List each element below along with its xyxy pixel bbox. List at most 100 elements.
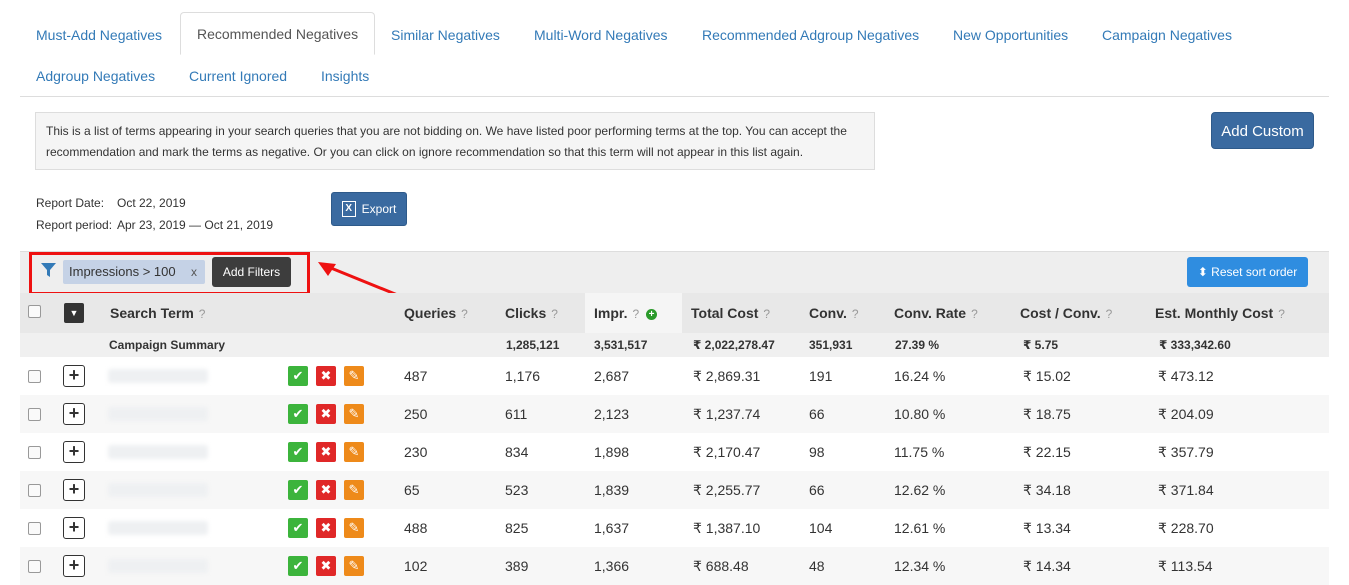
col-conv-rate[interactable]: Conv. Rate? <box>894 293 978 333</box>
cell-impr: 2,123 <box>594 406 630 422</box>
cell-est-monthly-cost: ₹ 473.12 <box>1158 368 1214 384</box>
expand-icon[interactable]: + <box>63 365 85 387</box>
summary-cost-conv: ₹ 5.75 <box>1023 338 1059 352</box>
cell-conv: 48 <box>809 558 825 574</box>
col-impr[interactable]: Impr.? + <box>594 293 658 334</box>
accept-icon[interactable]: ✔ <box>288 404 308 424</box>
cell-clicks: 834 <box>505 444 529 460</box>
expand-icon[interactable]: + <box>63 403 85 425</box>
col-clicks[interactable]: Clicks? <box>505 293 558 333</box>
table-row: + ✔ ✖ ✎ 250 611 2,123 ₹ 1,237.74 66 10.8… <box>20 395 1329 433</box>
edit-icon[interactable]: ✎ <box>344 480 364 500</box>
summary-label: Campaign Summary <box>109 338 226 352</box>
accept-icon[interactable]: ✔ <box>288 480 308 500</box>
tab-similar-negatives[interactable]: Similar Negatives <box>375 14 516 54</box>
ignore-icon[interactable]: ✖ <box>316 480 336 500</box>
col-cost-conv[interactable]: Cost / Conv.? <box>1020 293 1112 333</box>
ignore-icon[interactable]: ✖ <box>316 556 336 576</box>
info-box: This is a list of terms appearing in you… <box>35 112 875 170</box>
cell-conv-rate: 10.80 % <box>894 406 946 422</box>
summary-clicks: 1,285,121 <box>506 338 560 352</box>
row-checkbox[interactable] <box>28 408 41 421</box>
col-total-cost[interactable]: Total Cost? <box>691 293 770 333</box>
help-icon[interactable]: ? <box>199 294 206 334</box>
cell-cost-conv: ₹ 18.75 <box>1023 406 1071 422</box>
summary-impr: 3,531,517 <box>594 338 648 352</box>
cell-total-cost: ₹ 2,869.31 <box>693 368 761 384</box>
tab-new-opportunities[interactable]: New Opportunities <box>937 14 1084 54</box>
help-icon[interactable]: ? <box>551 294 558 334</box>
help-icon[interactable]: ? <box>1106 294 1113 334</box>
edit-icon[interactable]: ✎ <box>344 556 364 576</box>
help-icon[interactable]: ? <box>461 294 468 334</box>
accept-icon[interactable]: ✔ <box>288 518 308 538</box>
accept-icon[interactable]: ✔ <box>288 556 308 576</box>
expand-icon[interactable]: + <box>63 517 85 539</box>
cell-conv: 98 <box>809 444 825 460</box>
row-checkbox[interactable] <box>28 484 41 497</box>
row-checkbox[interactable] <box>28 522 41 535</box>
help-icon[interactable]: ? <box>632 294 639 334</box>
ignore-icon[interactable]: ✖ <box>316 518 336 538</box>
bulk-actions-dropdown-icon[interactable]: ▼ <box>64 303 84 323</box>
cell-est-monthly-cost: ₹ 113.54 <box>1158 558 1213 574</box>
tab-adgroup-negatives[interactable]: Adgroup Negatives <box>20 55 171 95</box>
export-label: Export <box>361 202 397 216</box>
cell-clicks: 389 <box>505 558 529 574</box>
col-search-term[interactable]: Search Term? <box>110 293 205 333</box>
table-row: + ✔ ✖ ✎ 487 1,176 2,687 ₹ 2,869.31 191 1… <box>20 357 1329 395</box>
accept-icon[interactable]: ✔ <box>288 442 308 462</box>
tab-insights[interactable]: Insights <box>305 55 385 95</box>
help-icon[interactable]: ? <box>852 294 859 334</box>
help-icon[interactable]: ? <box>1278 294 1285 334</box>
reset-sort-label: Reset sort order <box>1211 265 1298 279</box>
summary-conv: 351,931 <box>809 338 853 352</box>
col-est-monthly-cost[interactable]: Est. Monthly Cost? <box>1155 293 1285 333</box>
help-icon[interactable]: ? <box>763 294 770 334</box>
cell-conv: 66 <box>809 406 825 422</box>
edit-icon[interactable]: ✎ <box>344 442 364 462</box>
ignore-icon[interactable]: ✖ <box>316 366 336 386</box>
expand-icon[interactable]: + <box>63 479 85 501</box>
cell-total-cost: ₹ 688.48 <box>693 558 749 574</box>
accept-icon[interactable]: ✔ <box>288 366 308 386</box>
row-checkbox[interactable] <box>28 370 41 383</box>
ignore-icon[interactable]: ✖ <box>316 404 336 424</box>
tab-campaign-negatives[interactable]: Campaign Negatives <box>1086 14 1248 54</box>
ignore-icon[interactable]: ✖ <box>316 442 336 462</box>
summary-total-cost: ₹ 2,022,278.47 <box>693 338 775 352</box>
row-checkbox[interactable] <box>28 560 41 573</box>
tab-current-ignored[interactable]: Current Ignored <box>173 55 303 95</box>
help-icon[interactable]: ? <box>971 294 978 334</box>
cell-conv: 191 <box>809 368 833 384</box>
cell-impr: 1,898 <box>594 444 630 460</box>
tab-recommended-adgroup-negatives[interactable]: Recommended Adgroup Negatives <box>686 14 935 54</box>
cell-cost-conv: ₹ 15.02 <box>1023 368 1071 384</box>
col-conv[interactable]: Conv.? <box>809 293 859 333</box>
row-checkbox[interactable] <box>28 446 41 459</box>
table-row: + ✔ ✖ ✎ 65 523 1,839 ₹ 2,255.77 66 12.62… <box>20 471 1329 509</box>
cell-impr: 1,366 <box>594 558 630 574</box>
cell-queries: 487 <box>404 368 428 384</box>
cell-est-monthly-cost: ₹ 228.70 <box>1158 520 1214 536</box>
add-custom-button[interactable]: Add Custom <box>1211 112 1314 149</box>
search-term-redacted <box>108 483 208 497</box>
search-term-redacted <box>108 559 208 573</box>
select-all-checkbox[interactable] <box>28 305 41 318</box>
edit-icon[interactable]: ✎ <box>344 404 364 424</box>
export-button[interactable]: X Export <box>331 192 407 226</box>
report-period-label: Report period: <box>36 218 113 232</box>
tab-multi-word-negatives[interactable]: Multi-Word Negatives <box>518 14 684 54</box>
expand-icon[interactable]: + <box>63 555 85 577</box>
cell-conv: 66 <box>809 482 825 498</box>
edit-icon[interactable]: ✎ <box>344 366 364 386</box>
reset-sort-order-button[interactable]: ⬍ Reset sort order <box>1187 257 1308 287</box>
cell-est-monthly-cost: ₹ 357.79 <box>1158 444 1214 460</box>
col-queries[interactable]: Queries? <box>404 293 468 333</box>
tab-recommended-negatives[interactable]: Recommended Negatives <box>180 12 376 55</box>
expand-icon[interactable]: + <box>63 441 85 463</box>
tab-must-add-negatives[interactable]: Must-Add Negatives <box>20 14 178 54</box>
report-date-value: Oct 22, 2019 <box>117 196 186 210</box>
edit-icon[interactable]: ✎ <box>344 518 364 538</box>
cell-est-monthly-cost: ₹ 371.84 <box>1158 482 1214 498</box>
